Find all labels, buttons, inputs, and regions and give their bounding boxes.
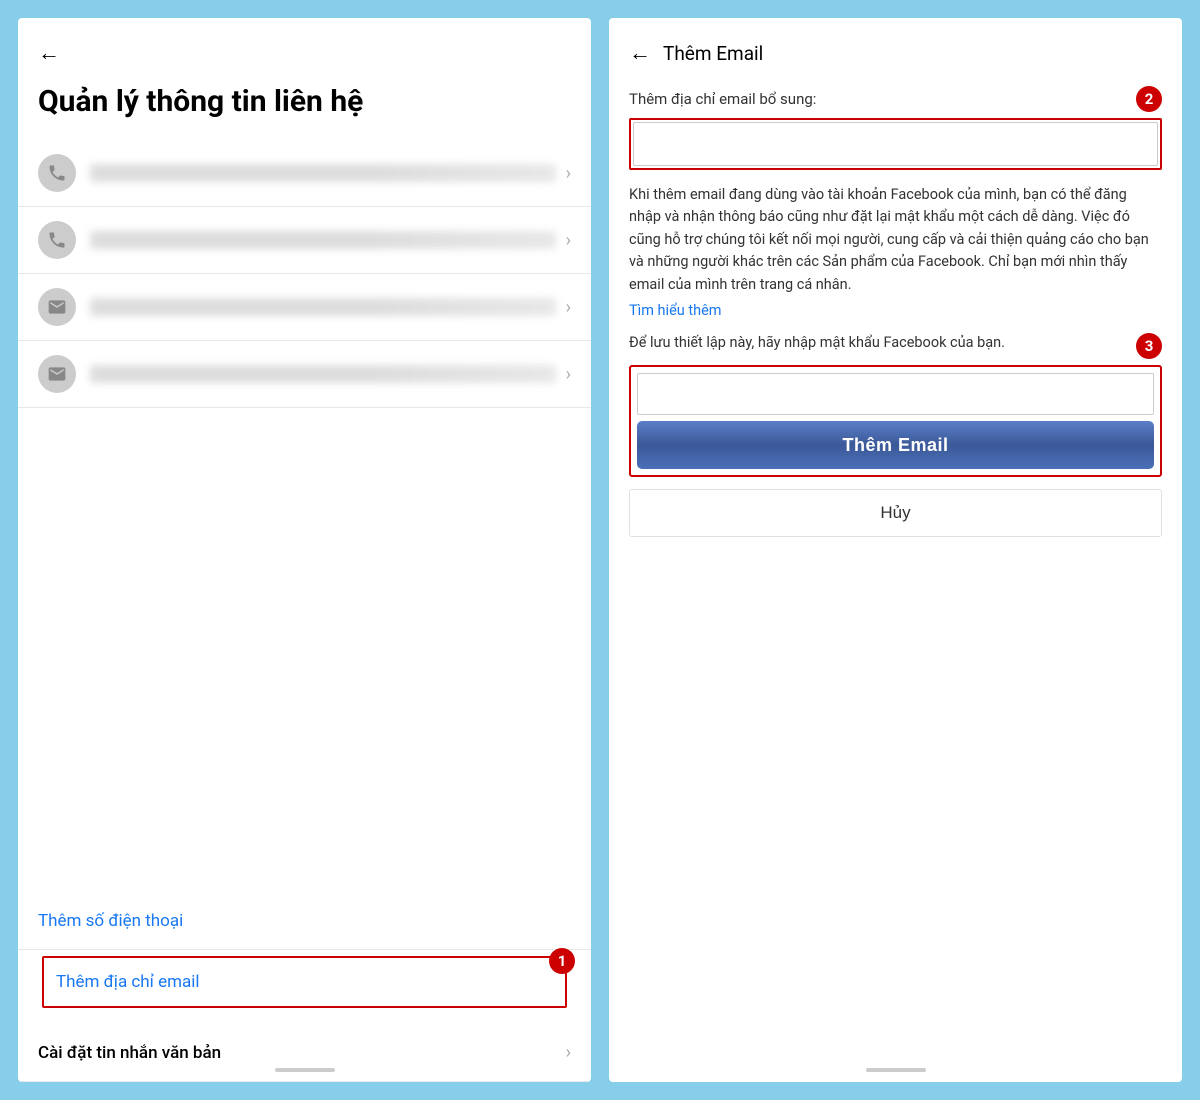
scroll-indicator-right: [866, 1068, 926, 1072]
settings-item[interactable]: Cài đặt tin nhắn văn bản ›: [18, 1024, 591, 1082]
right-panel: ← Thêm Email Thêm địa chỉ email bổ sung:…: [609, 18, 1182, 1082]
add-email-highlighted-box: 1 Thêm địa chỉ email: [42, 956, 567, 1008]
email-icon-2: [38, 355, 76, 393]
step2-badge: 2: [1136, 86, 1162, 112]
left-panel: ← Quản lý thông tin liên hệ › ›: [18, 18, 591, 1082]
blurred-email-1: [90, 298, 556, 316]
chevron-right-4: ›: [566, 364, 571, 385]
add-phone-row[interactable]: Thêm số điện thoại: [18, 893, 591, 950]
add-email-link[interactable]: Thêm địa chỉ email: [44, 958, 565, 1006]
settings-chevron: ›: [566, 1042, 571, 1063]
email-input-wrapper: [629, 118, 1162, 170]
chevron-right-1: ›: [566, 163, 571, 184]
blurred-email-2: [90, 365, 556, 383]
phone-icon-2: [38, 221, 76, 259]
contact-item-email1[interactable]: ›: [18, 274, 591, 341]
learn-more-link[interactable]: Tìm hiểu thêm: [629, 302, 1162, 319]
contact-item-phone2[interactable]: ›: [18, 207, 591, 274]
email-input[interactable]: [633, 122, 1158, 166]
password-input[interactable]: [637, 373, 1154, 415]
right-header-title: Thêm Email: [663, 42, 763, 65]
left-header: ←: [18, 18, 591, 76]
page-title: Quản lý thông tin liên hệ: [18, 76, 591, 140]
email-icon-1: [38, 288, 76, 326]
phone-icon-1: [38, 154, 76, 192]
contact-list: › › ›: [18, 140, 591, 893]
contact-item-email2[interactable]: ›: [18, 341, 591, 408]
back-arrow-right[interactable]: ←: [629, 40, 651, 66]
description-text: Khi thêm email đang dùng vào tài khoản F…: [629, 184, 1162, 296]
submit-button[interactable]: Thêm Email: [637, 421, 1154, 469]
contact-item-phone1[interactable]: ›: [18, 140, 591, 207]
cancel-btn-wrapper: Hủy: [629, 489, 1162, 537]
blurred-phone-2: [90, 231, 556, 249]
save-note: Để lưu thiết lập này, hãy nhập mật khẩu …: [629, 333, 1128, 353]
scroll-indicator-left: [275, 1068, 335, 1072]
settings-label: Cài đặt tin nhắn văn bản: [38, 1043, 221, 1063]
right-header: ← Thêm Email: [609, 18, 1182, 76]
back-arrow-left[interactable]: ←: [38, 40, 60, 66]
chevron-right-2: ›: [566, 230, 571, 251]
email-section-label: Thêm địa chỉ email bổ sung:: [629, 90, 816, 108]
add-phone-link[interactable]: Thêm số điện thoại: [38, 911, 183, 931]
email-label-row: Thêm địa chỉ email bổ sung: 2: [629, 86, 1162, 112]
blurred-phone-1: [90, 164, 556, 182]
step3-badge: 3: [1136, 333, 1162, 359]
password-submit-wrapper: Thêm Email: [629, 365, 1162, 477]
right-content: Thêm địa chỉ email bổ sung: 2 Khi thêm e…: [609, 76, 1182, 1082]
step1-badge: 1: [549, 948, 575, 974]
cancel-button[interactable]: Hủy: [630, 490, 1161, 536]
chevron-right-3: ›: [566, 297, 571, 318]
